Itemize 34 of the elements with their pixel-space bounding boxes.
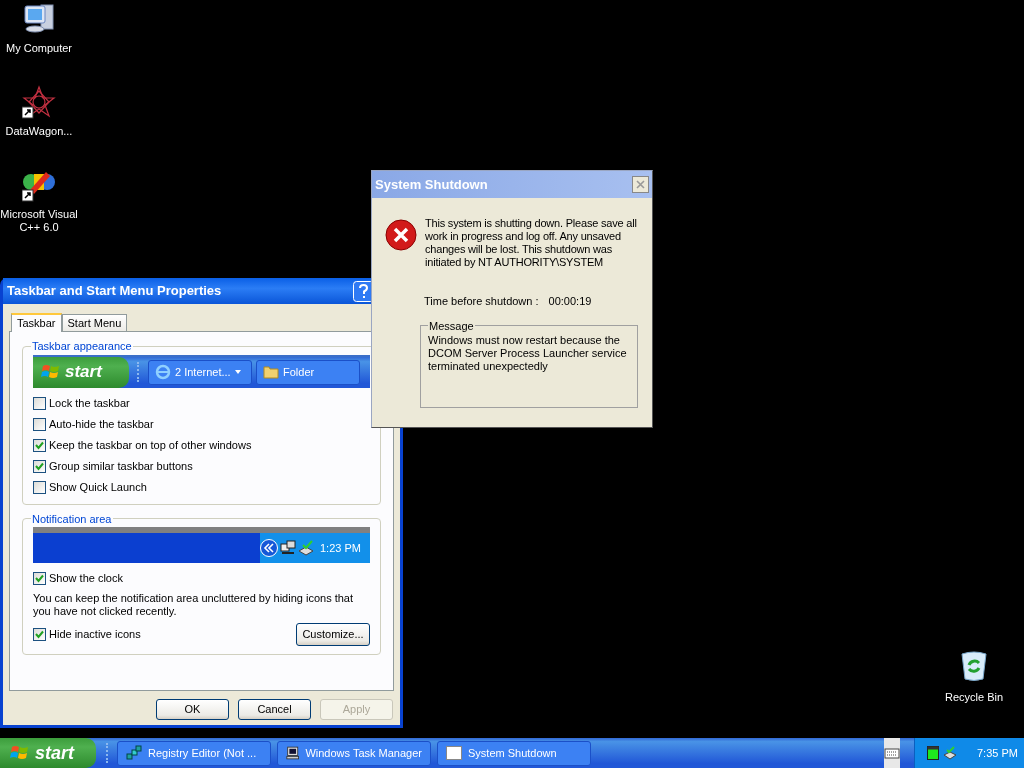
- group-title: Taskbar appearance: [31, 339, 133, 354]
- dialog-button[interactable]: Cancel: [238, 699, 311, 720]
- checkbox-label: Group similar taskbar buttons: [49, 458, 193, 474]
- checkbox-label: Keep the taskbar on top of other windows: [49, 437, 252, 453]
- group-title: Message: [428, 318, 475, 334]
- time-label: Time before shutdown :: [424, 294, 539, 309]
- clock: 1:23 PM: [320, 540, 361, 556]
- shutdown-message: This system is shutting down. Please save all work in progress and log off. Any unsaved changes will be lost. This shutdown was initiated by NT AUTHORITY\SYSTEM: [425, 217, 638, 269]
- checkbox-label: Auto-hide the taskbar: [49, 416, 154, 432]
- window-title: Taskbar and Start Menu Properties: [7, 282, 222, 301]
- desktop-icon-label[interactable]: DataWagon...: [5, 125, 73, 138]
- start-label: start: [65, 361, 102, 384]
- checkbox-label: Lock the taskbar: [49, 395, 130, 411]
- taskbar-button[interactable]: Registry Editor (Not ...: [117, 740, 271, 766]
- tab[interactable]: Start Menu: [61, 314, 128, 331]
- tab[interactable]: Taskbar: [11, 313, 62, 332]
- dialog-button[interactable]: OK: [156, 699, 229, 720]
- desktop-icon-label[interactable]: Recycle Bin: [944, 689, 1004, 706]
- dialog-button[interactable]: Customize...: [296, 623, 370, 646]
- message-text: Windows must now restart because the DCOM Server Process Launcher service terminated unexpectedly: [428, 334, 628, 373]
- time-value: 00:00:19: [548, 294, 592, 309]
- checkbox-label: Show Quick Launch: [49, 479, 147, 495]
- description-text: You can keep the notification area uncluttered by hiding icons that you have not clicked recently.: [33, 592, 355, 618]
- taskbar-button[interactable]: Windows Task Manager: [277, 740, 431, 766]
- button-label: Folder: [283, 364, 315, 380]
- desktop-icon-label[interactable]: My Computer: [6, 42, 72, 55]
- checkbox-label: Hide inactive icons: [49, 627, 141, 643]
- clock: 7:35 PM: [977, 745, 1018, 761]
- group-title: Notification area: [31, 511, 113, 527]
- taskbar-button[interactable]: System Shutdown: [437, 740, 591, 766]
- button-label: 2 Internet...: [175, 364, 231, 380]
- desktop-icon-label[interactable]: Microsoft Visual C++ 6.0: [0, 208, 78, 234]
- window-title: System Shutdown: [375, 175, 488, 194]
- checkbox-label: Show the clock: [49, 571, 123, 587]
